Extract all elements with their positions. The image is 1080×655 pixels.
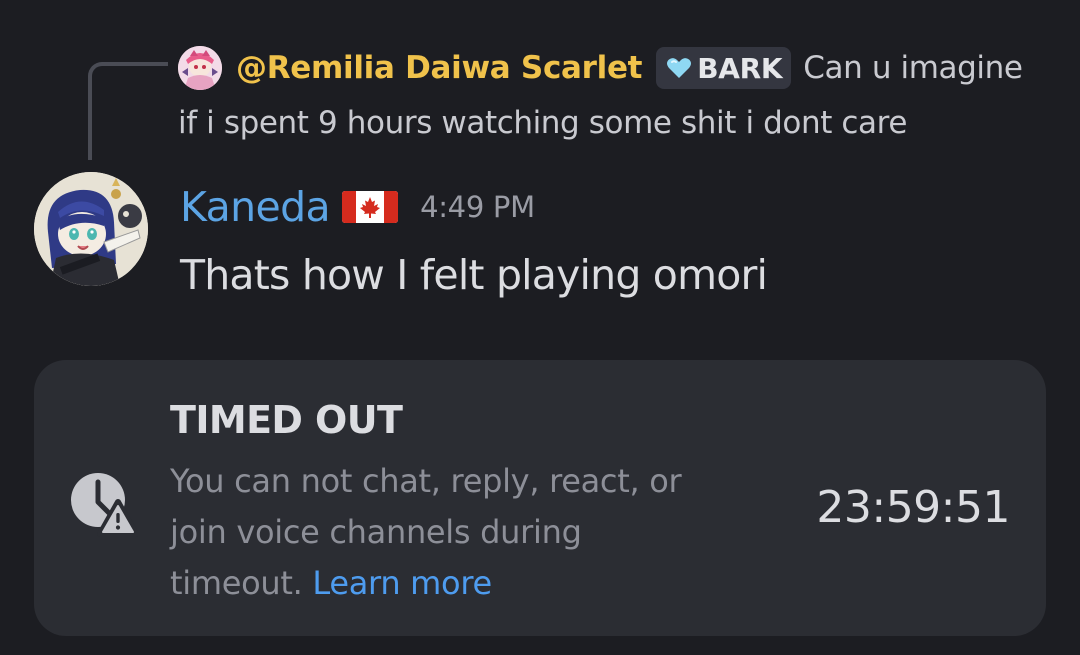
author-avatar[interactable] xyxy=(34,172,148,286)
reply-author-avatar[interactable] xyxy=(178,46,222,90)
chat-view: @Remilia Daiwa Scarlet BARK Can u imagin… xyxy=(0,0,1080,655)
server-tag-badge[interactable]: BARK xyxy=(656,47,792,89)
reply-text-line1: Can u imagine xyxy=(803,50,1023,86)
server-tag-label: BARK xyxy=(697,51,783,85)
canada-flag-icon xyxy=(342,191,399,223)
author-username[interactable]: Kaneda xyxy=(180,183,331,231)
reply-connector-line xyxy=(88,62,168,160)
timeout-description: You can not chat, reply, react, or join … xyxy=(170,456,710,609)
reply-preview[interactable]: @Remilia Daiwa Scarlet BARK Can u imagin… xyxy=(236,42,1023,94)
heart-icon xyxy=(667,58,692,78)
message-content: Thats how I felt playing omori xyxy=(180,251,768,299)
message-timestamp[interactable]: 4:49 PM xyxy=(420,190,535,224)
timeout-clock-warning-icon xyxy=(71,473,138,537)
reply-text-line2: if i spent 9 hours watching some shit i … xyxy=(178,105,907,141)
learn-more-link[interactable]: Learn more xyxy=(312,564,492,602)
reply-preview-continued[interactable]: if i spent 9 hours watching some shit i … xyxy=(178,98,907,148)
reply-author-name[interactable]: @Remilia Daiwa Scarlet xyxy=(236,50,643,86)
message-header: Kaneda 4:49 PM xyxy=(180,180,535,234)
timeout-title: TIMED OUT xyxy=(170,398,403,442)
timeout-countdown: 23:59:51 xyxy=(816,482,1010,533)
